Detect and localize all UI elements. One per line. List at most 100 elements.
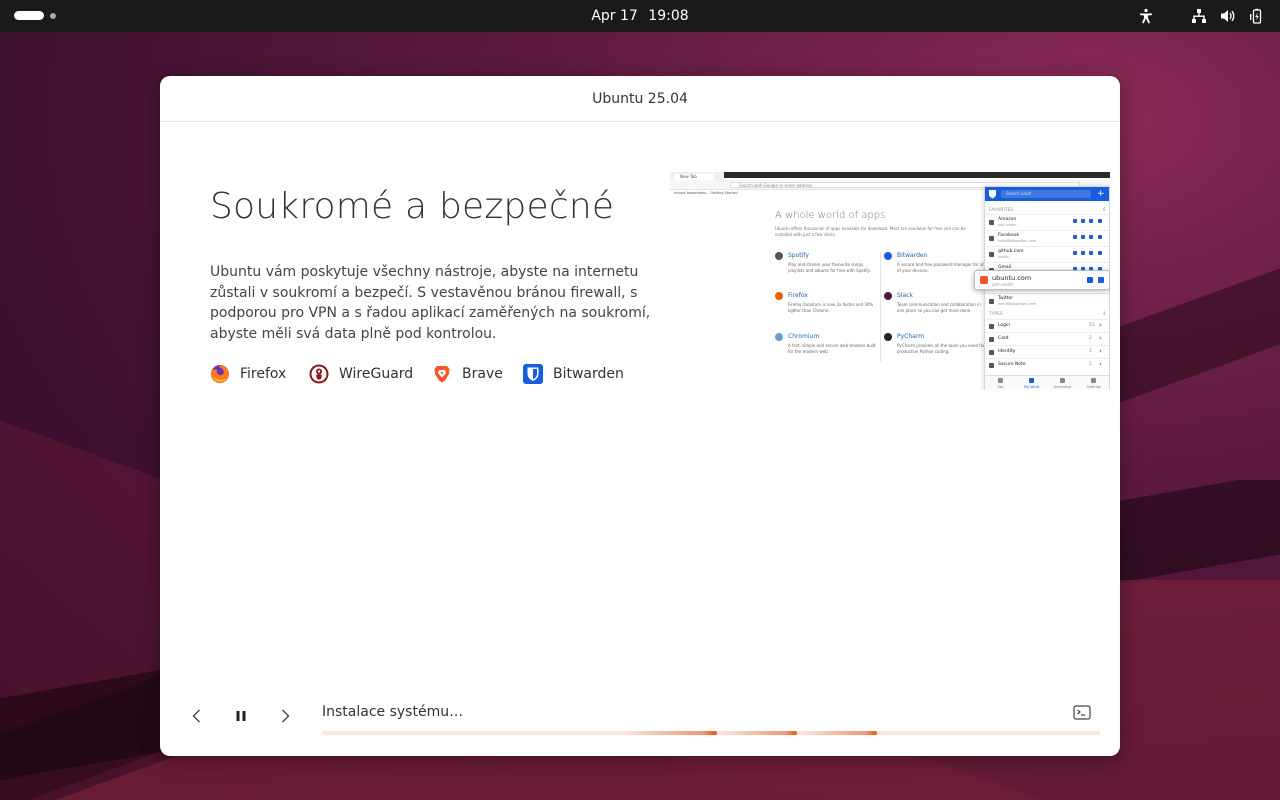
preview-type-row: Card 2 ›: [985, 332, 1109, 345]
preview-vault-row: github.com jsmith: [985, 246, 1109, 262]
volume-icon[interactable]: [1220, 8, 1236, 24]
slack-icon: [884, 292, 892, 300]
preview-tab-bar: New Tab: [670, 172, 724, 180]
preview-types-count: 4: [1103, 311, 1106, 316]
plus-icon: +: [1097, 189, 1105, 199]
slide-screenshot: New Tab Search with Google or enter addr…: [670, 172, 1110, 390]
preview-row-sub: hello@bitwarden.com: [998, 302, 1037, 306]
preview-card-desc: A fast, simple and secure web browser bu…: [788, 343, 876, 354]
preview-row-actions: [1073, 219, 1107, 225]
preview-heading: A whole world of apps: [775, 210, 886, 221]
preview-row-sub: jsmith: [998, 255, 1009, 259]
clock-date: Apr 17: [591, 8, 638, 24]
pause-slideshow-button[interactable]: [229, 704, 253, 728]
preview-popup-title: ubuntu.com: [992, 274, 1032, 282]
login-icon: [989, 324, 994, 329]
firefox-icon: [775, 292, 783, 300]
preview-card-name: PyCharm: [897, 333, 925, 340]
identity-icon: [989, 350, 994, 355]
amazon-icon: [989, 220, 994, 225]
ubuntu-icon: [980, 276, 988, 284]
network-icon[interactable]: [1191, 8, 1207, 24]
preview-row-title: Amazon: [998, 217, 1017, 222]
clock-time: 19:08: [648, 8, 689, 24]
chevron-right-icon: ›: [1099, 334, 1102, 342]
firefox-icon: [210, 364, 230, 384]
bitwarden-icon: [884, 252, 892, 260]
preview-row-sub: hello@bitwarden.com: [998, 239, 1037, 243]
preview-panel-strip: [724, 172, 1110, 178]
preview-favorites-count: 6: [1103, 207, 1106, 212]
preview-vault-row: Facebook hello@bitwarden.com: [985, 230, 1109, 246]
activities-indicator[interactable]: [14, 10, 64, 22]
progress-pulse: [622, 731, 717, 735]
note-icon: [989, 363, 994, 368]
preview-type-label: Login: [998, 323, 1011, 328]
next-slide-button[interactable]: [273, 704, 297, 728]
progress-pulse: [802, 731, 877, 735]
progress-pulse: [722, 731, 797, 735]
preview-bitwarden-header: Search vault +: [985, 187, 1109, 201]
preview-type-row: Identity 1 ›: [985, 345, 1109, 358]
preview-card-desc: Team communication and collaboration in …: [897, 302, 981, 313]
terminal-icon: [1073, 705, 1091, 720]
bitwarden-icon: [523, 364, 543, 384]
top-bar: Apr 17 19:08: [0, 0, 1280, 32]
accessibility-icon[interactable]: [1138, 8, 1154, 24]
preview-card-name: Chromium: [788, 333, 820, 340]
preview-card-desc: PyCharm provides all the tools you need …: [897, 343, 985, 354]
preview-type-count: 51: [1089, 323, 1095, 328]
preview-row-sub: john.smith: [998, 223, 1017, 227]
preview-vault-row: Twitter hello@bitwarden.com: [985, 293, 1109, 309]
preview-nav-item: Tab: [985, 378, 1016, 389]
preview-vault-row: Amazon john.smith: [985, 214, 1109, 230]
preview-nav-item: Settings: [1078, 378, 1109, 389]
preview-type-label: Identity: [998, 349, 1016, 354]
pause-icon: [236, 711, 246, 721]
window-titlebar[interactable]: Ubuntu 25.04: [160, 76, 1120, 122]
chevron-right-icon: ›: [1099, 321, 1102, 329]
workspace-dot: [50, 13, 56, 19]
preview-card-name: Slack: [897, 292, 913, 299]
install-status-text: Instalace systému…: [322, 704, 464, 720]
app-label: WireGuard: [339, 366, 414, 382]
chevron-right-icon: ›: [1099, 347, 1102, 355]
preview-card-desc: Firefox Quantum is now 2x faster and 30%…: [788, 302, 874, 313]
preview-type-row: Login 51 ›: [985, 319, 1109, 332]
clock[interactable]: Apr 17 19:08: [540, 0, 740, 32]
preview-row-actions: [1073, 251, 1107, 257]
preview-bitwarden-nav: Tab My Vault Generator Settings: [985, 375, 1109, 390]
preview-row-title: Facebook: [998, 233, 1020, 238]
install-progress-bar: [322, 731, 1100, 735]
preview-type-count: 1: [1089, 362, 1092, 367]
preview-type-label: Card: [998, 336, 1009, 341]
pycharm-icon: [884, 333, 892, 341]
workspace-active-pill: [14, 11, 44, 20]
battery-icon[interactable]: [1249, 8, 1265, 24]
twitter-icon: [989, 299, 994, 304]
preview-type-count: 1: [1089, 349, 1092, 354]
preview-popup-sub: john.smith: [992, 282, 1014, 287]
preview-type-count: 2: [1089, 336, 1092, 341]
chromium-icon: [775, 333, 783, 341]
preview-intro: Ubuntu offers thousands of apps availabl…: [775, 226, 966, 237]
app-label: Brave: [462, 366, 503, 382]
preview-divider: [880, 252, 881, 362]
preview-vault-search: Search vault: [1001, 190, 1091, 198]
preview-card-name: Bitwarden: [897, 252, 928, 259]
preview-types-label: TYPES: [989, 311, 1003, 316]
preview-nav-item: My Vault: [1016, 378, 1047, 389]
preview-card-name: Spotify: [788, 252, 809, 259]
preview-row-title: Twitter: [998, 296, 1014, 301]
brave-icon: [432, 364, 452, 384]
preview-type-row: Secure Note 1 ›: [985, 358, 1109, 371]
bitwarden-shield-icon: [988, 189, 997, 199]
show-terminal-button[interactable]: [1070, 701, 1094, 725]
window-title: Ubuntu 25.04: [592, 91, 688, 107]
card-icon: [989, 337, 994, 342]
preview-favorites-label: FAVORITES: [989, 207, 1014, 212]
previous-slide-button[interactable]: [185, 704, 209, 728]
slide-body: Ubuntu vám poskytuje všechny nástroje, a…: [210, 264, 651, 342]
preview-popup-actions: [1087, 277, 1107, 284]
preview-autofill-popup: ubuntu.com john.smith: [974, 270, 1110, 290]
